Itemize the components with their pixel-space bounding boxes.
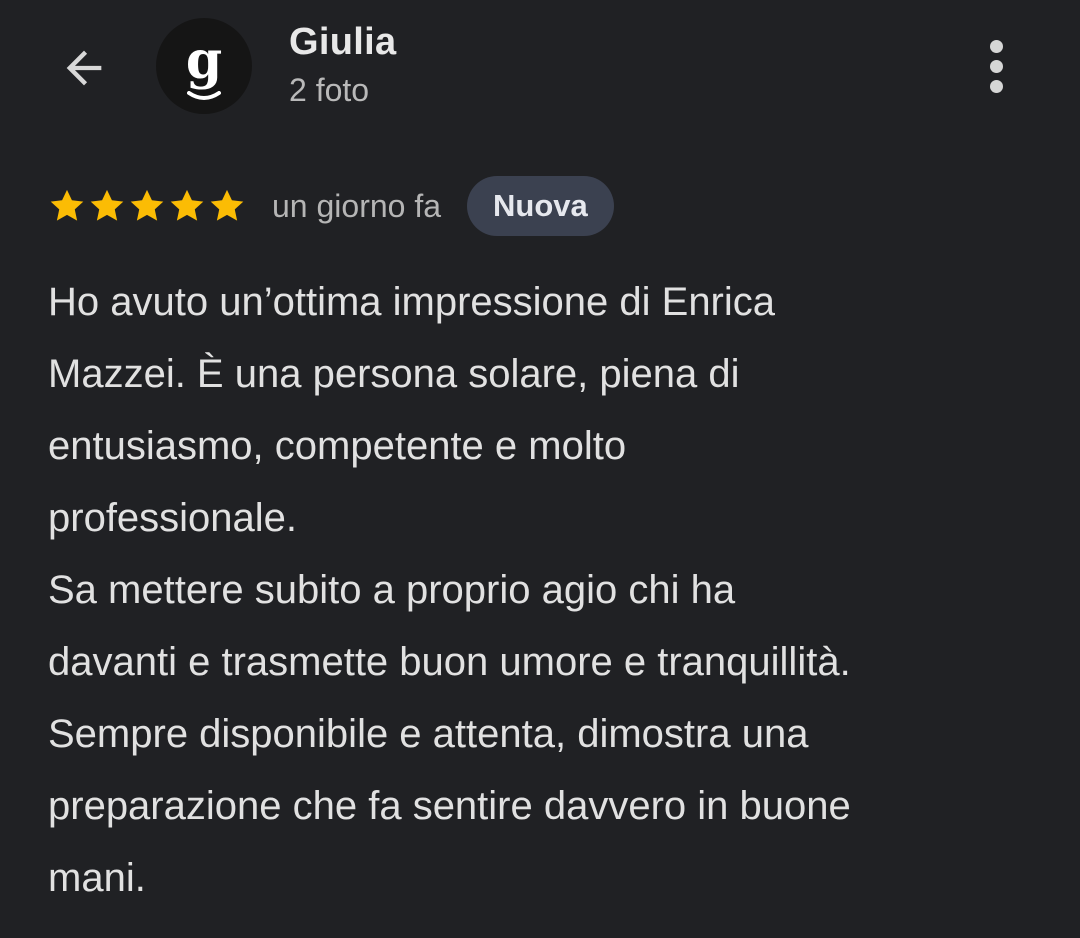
review-text: Ho avuto un’ottima impressione di Enrica… <box>48 266 1048 914</box>
review-screen: g Giulia 2 foto un giorno fa Nuova Ho av… <box>0 0 1080 938</box>
new-badge: Nuova <box>467 176 614 236</box>
avatar-smile-mark <box>187 91 221 100</box>
star-icon <box>210 189 244 221</box>
review-text-line: Sa mettere subito a proprio agio chi ha <box>48 568 736 612</box>
photo-count: 2 foto <box>289 72 370 108</box>
back-button[interactable] <box>52 36 116 100</box>
star-icon <box>130 189 164 221</box>
more-vert-icon-dot <box>989 39 1003 53</box>
review-text-line: Sempre disponibile e attenta, dimostra u… <box>48 712 809 756</box>
star-icon <box>90 189 124 221</box>
star-icon <box>170 189 204 221</box>
arrow-left-icon <box>66 50 102 86</box>
review-text-line: davanti e trasmette buon umore e tranqui… <box>48 640 851 684</box>
review-text-line: Mazzei. È una persona solare, piena di <box>48 352 740 396</box>
more-vert-icon-dot <box>989 79 1003 93</box>
review-text-line: mani. <box>48 856 146 900</box>
rating-row: un giorno fa Nuova <box>48 176 614 236</box>
review-time: un giorno fa <box>272 187 442 224</box>
review-text-line: professionale. <box>48 496 298 540</box>
user-info: Giulia 2 foto <box>289 20 396 110</box>
avatar-letter: g <box>185 30 223 91</box>
review-text-line: entusiasmo, competente e molto <box>48 424 627 468</box>
review-text-line: Ho avuto un’ottima impressione di Enrica <box>48 280 776 324</box>
user-name[interactable]: Giulia <box>289 20 396 64</box>
more-vert-icon-dot <box>989 59 1003 73</box>
more-options-button[interactable] <box>966 34 1026 98</box>
avatar[interactable]: g <box>156 18 252 114</box>
star-rating <box>48 187 246 225</box>
star-icon <box>50 189 84 221</box>
review-text-line: preparazione che fa sentire davvero in b… <box>48 784 851 828</box>
